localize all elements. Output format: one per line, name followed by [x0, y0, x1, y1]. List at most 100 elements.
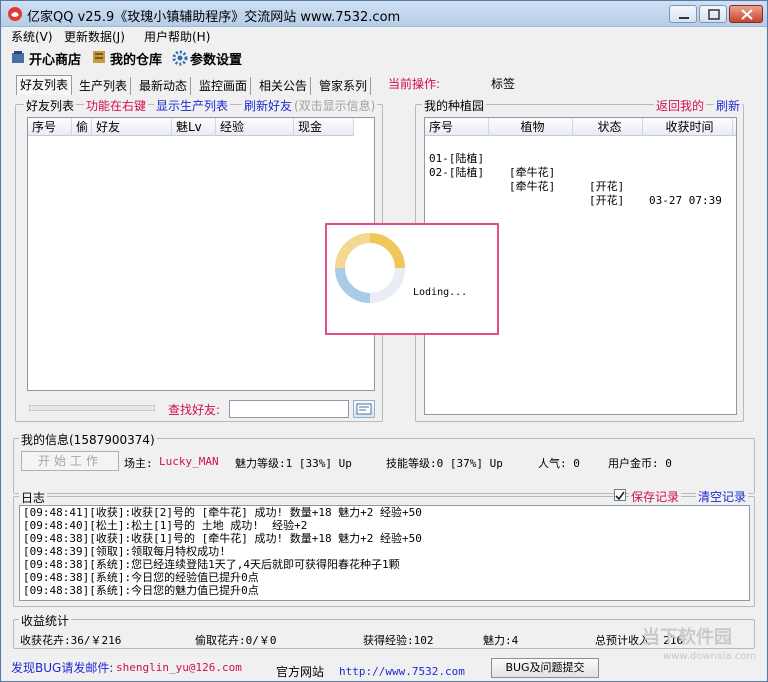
link-back-to-mine[interactable]: 返回我的: [654, 97, 707, 114]
popularity: 人气: 0: [538, 457, 580, 470]
garden-row-status: [开花]: [589, 180, 625, 193]
col-plot[interactable]: 序号: [425, 118, 489, 136]
garden-row-plant: [牵牛花]: [509, 180, 556, 193]
current-operation-value: 标签: [491, 77, 516, 91]
current-operation-label: 当前操作:: [388, 77, 441, 91]
friends-list[interactable]: 序号 偷 好友 魅Lv 经验 现金: [27, 117, 375, 391]
friends-group-label: 好友列表: [24, 97, 77, 114]
main-content: 系统(V) 更新数据(J) 用户帮助(H) 开心商店 我的仓库 参数设置 好友列…: [2, 27, 766, 681]
settings-button-label: 参数设置: [190, 53, 243, 68]
bug-report-label: 发现BUG请发邮件:: [11, 661, 114, 675]
settings-button[interactable]: 参数设置: [172, 48, 248, 68]
tab-friends[interactable]: 好友列表: [16, 75, 73, 95]
search-friend-label: 查找好友:: [168, 403, 221, 417]
garden-group-label: 我的种植园: [422, 97, 487, 114]
search-icon: [356, 403, 372, 415]
col-steal[interactable]: 偷: [72, 118, 92, 136]
start-work-button[interactable]: 开始工作: [21, 451, 119, 471]
watermark-url: www.downxia.com: [663, 651, 757, 662]
loading-text: Loding...: [413, 287, 468, 298]
save-log-label[interactable]: 保存记录: [629, 488, 682, 505]
log-line: [09:48:40][松土]:松土[1]号的 土地 成功! 经验+2: [23, 519, 308, 532]
charm-level: 魅力等级:1 [33%] Up: [235, 457, 352, 470]
bug-submit-button[interactable]: BUG及问题提交: [491, 658, 599, 678]
maximize-button[interactable]: [699, 5, 727, 23]
log-line: [09:48:38][系统]:您已经连续登陆1天了,4天后就即可获得阳春花种子1…: [23, 558, 400, 571]
tab-news[interactable]: 最新动态: [136, 77, 192, 95]
checkmark-icon: [615, 491, 625, 501]
log-list[interactable]: [09:48:41][收获]:收获[2]号的 [牵牛花] 成功! 数量+18 魅…: [19, 505, 750, 601]
official-site-link[interactable]: http://www.7532.com: [339, 665, 465, 678]
loading-dialog: Loding...: [325, 223, 499, 335]
clear-log-link[interactable]: 清空记录: [696, 488, 749, 505]
skill-level: 技能等级:0 [37%] Up: [386, 457, 503, 470]
col-harvest-time[interactable]: 收获时间: [643, 118, 733, 136]
tab-butler[interactable]: 管家系列: [316, 77, 372, 95]
link-rightclick-functions[interactable]: 功能在右键: [84, 97, 149, 114]
link-refresh-friends[interactable]: 刷新好友: [242, 97, 295, 114]
bug-report-email[interactable]: shenglin_yu@126.com: [116, 661, 242, 674]
log-line: [09:48:38][系统]:今日您的魅力值已提升0点: [23, 584, 259, 597]
log-group-label: 日志: [19, 489, 48, 506]
tab-notices[interactable]: 相关公告: [256, 77, 312, 95]
search-friend-input[interactable]: [229, 400, 349, 418]
col-charm-level[interactable]: 魅Lv: [172, 118, 216, 136]
link-refresh-garden[interactable]: 刷新: [714, 97, 743, 114]
app-window: 亿家QQ v25.9《玫瑰小镇辅助程序》交流网站 www.7532.com 系统…: [0, 0, 768, 682]
owner-label: 场主:: [124, 457, 153, 470]
save-log-checkbox[interactable]: [614, 489, 626, 501]
col-exp[interactable]: 经验: [216, 118, 294, 136]
owner-name: Lucky_MAN: [159, 455, 219, 468]
friends-list-header: 序号 偷 好友 魅Lv 经验 现金: [28, 118, 354, 136]
close-button[interactable]: [729, 5, 763, 23]
garden-list-header: 序号 植物 状态 收获时间: [425, 118, 736, 136]
warehouse-button[interactable]: 我的仓库: [92, 48, 168, 68]
stats-group-label: 收益统计: [19, 612, 72, 629]
col-index[interactable]: 序号: [28, 118, 72, 136]
official-site-label: 官方网站: [276, 665, 325, 679]
log-line: [09:48:38][系统]:今日您的经验值已提升0点: [23, 571, 259, 584]
col-plant[interactable]: 植物: [489, 118, 573, 136]
menu-bar: 系统(V) 更新数据(J) 用户帮助(H): [2, 27, 766, 45]
tab-monitor[interactable]: 监控画面: [196, 77, 252, 95]
app-logo-icon: [7, 6, 23, 22]
col-cash[interactable]: 现金: [294, 118, 354, 136]
menu-help[interactable]: 用户帮助(H): [144, 28, 210, 45]
stat-harvest: 收获花卉:36/￥216: [20, 634, 122, 647]
friends-horizontal-scrollbar[interactable]: [29, 405, 155, 411]
watermark-brand: 当下软件园: [642, 627, 732, 648]
window-title: 亿家QQ v25.9《玫瑰小镇辅助程序》交流网站 www.7532.com: [27, 10, 401, 25]
garden-row-status: [开花]: [589, 194, 625, 207]
user-gold: 用户金币: 0: [608, 457, 672, 470]
garden-row-time: 03-27 07:39: [649, 194, 722, 207]
shop-button-label: 开心商店: [29, 53, 82, 68]
shop-button[interactable]: 开心商店: [11, 48, 87, 68]
warehouse-button-label: 我的仓库: [110, 53, 163, 68]
garden-row-plant: [牵牛花]: [509, 166, 556, 179]
search-friend-button[interactable]: [353, 400, 375, 418]
log-line: [09:48:38][收获]:收获[1]号的 [牵牛花] 成功! 数量+18 魅…: [23, 532, 422, 545]
log-line: [09:48:39][领取]:领取每月特权成功!: [23, 545, 226, 558]
double-click-hint: (双击显示信息): [292, 97, 378, 114]
menu-update-data[interactable]: 更新数据(J): [64, 28, 125, 45]
col-friend[interactable]: 好友: [92, 118, 172, 136]
stat-charm: 魅力:4: [483, 634, 519, 647]
menu-system[interactable]: 系统(V): [11, 28, 53, 45]
shop-icon: [12, 51, 24, 63]
toolbar: 开心商店 我的仓库 参数设置: [2, 47, 766, 69]
minimize-button[interactable]: [669, 5, 697, 23]
stat-exp: 获得经验:102: [363, 634, 434, 647]
loading-spinner-icon: [335, 233, 405, 303]
warehouse-icon: [93, 51, 105, 63]
gear-icon: [172, 50, 188, 66]
myinfo-group-label: 我的信息(1587900374): [19, 431, 157, 448]
garden-row-plot: 02-[陆植]: [429, 166, 485, 179]
stat-steal: 偷取花卉:0/￥0: [195, 634, 277, 647]
table-row[interactable]: 01-[陆植] [牵牛花] [开花] 03-27 07:39: [425, 138, 736, 207]
col-status[interactable]: 状态: [573, 118, 643, 136]
log-line: [09:48:41][收获]:收获[2]号的 [牵牛花] 成功! 数量+18 魅…: [23, 506, 422, 519]
link-show-production[interactable]: 显示生产列表: [154, 97, 231, 114]
tab-production[interactable]: 生产列表: [76, 77, 132, 95]
title-bar[interactable]: 亿家QQ v25.9《玫瑰小镇辅助程序》交流网站 www.7532.com: [1, 1, 767, 27]
table-row[interactable]: 02-[陆植] [牵牛花] [开花]: [425, 152, 736, 207]
